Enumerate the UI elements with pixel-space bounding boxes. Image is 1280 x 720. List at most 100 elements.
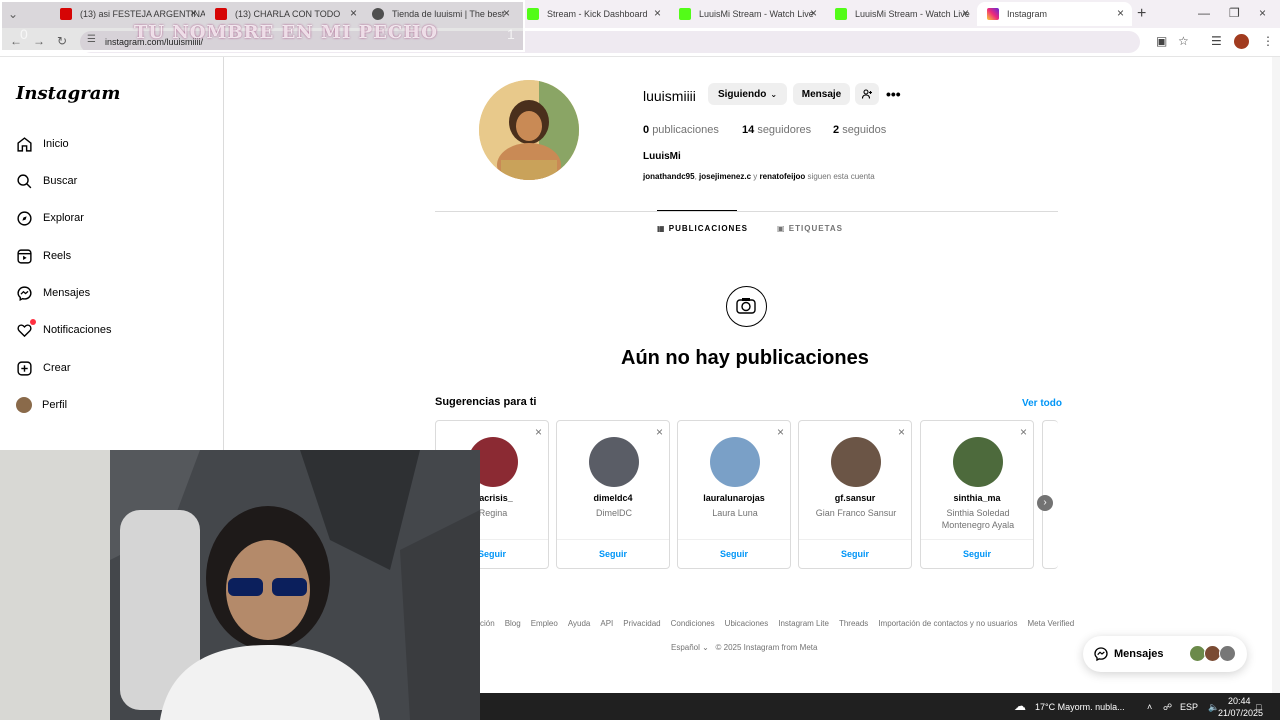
followers-stat[interactable]: 14 seguidores <box>742 124 811 136</box>
follow-button[interactable]: Seguir <box>921 549 1033 559</box>
avatar[interactable] <box>953 437 1003 487</box>
browser-tab-6[interactable]: LuuisMi Stream - Watch Live × <box>825 2 977 26</box>
notifications-icon[interactable]: □ <box>1256 702 1261 712</box>
browser-menu-icon[interactable]: ⋮ <box>1262 34 1274 48</box>
notification-dot <box>30 319 36 325</box>
restore-icon[interactable]: ❐ <box>1229 6 1240 20</box>
sidebar-item-reels[interactable]: Reels <box>16 244 71 268</box>
follow-button[interactable]: Seguir <box>557 549 669 559</box>
close-icon[interactable]: × <box>1117 6 1124 20</box>
browser-tab-5[interactable]: LuuisMi Stream - Watch Live × <box>669 2 825 26</box>
chevron-right-icon[interactable]: › <box>1037 495 1053 511</box>
avatar[interactable] <box>831 437 881 487</box>
kick-icon <box>835 8 847 20</box>
follow-button[interactable]: Seguir <box>799 549 911 559</box>
divider <box>678 539 790 540</box>
footer-bottom: Español ⌄ © 2025 Instagram from Meta <box>671 643 817 652</box>
following-stat[interactable]: 2 seguidos <box>833 124 886 136</box>
suggestion-card: × lauralunarojas Laura Luna Seguir <box>677 420 791 569</box>
browser-tab-7[interactable]: Instagram × <box>977 2 1132 26</box>
bookmark-star-icon[interactable]: ☆ <box>1178 34 1189 48</box>
message-button[interactable]: Mensaje <box>793 83 850 105</box>
browser-tab-4[interactable]: Stream - Kick Dashboard × <box>517 2 669 26</box>
tab-etiquetas[interactable]: ▣ ETIQUETAS <box>777 224 843 233</box>
sidebar-item-crear[interactable]: Crear <box>16 356 71 380</box>
divider <box>921 539 1033 540</box>
footer-link[interactable]: Blog <box>505 619 521 628</box>
sidebar-item-label: Notificaciones <box>43 324 112 336</box>
suggestions-title: Sugerencias para ti <box>435 396 537 408</box>
suggestion-username[interactable]: sinthia_ma <box>921 493 1033 503</box>
page-scrollbar[interactable] <box>1272 57 1280 693</box>
sidebar-item-perfil[interactable]: Perfil <box>16 393 67 417</box>
avatar <box>16 397 32 413</box>
footer-link[interactable]: Condiciones <box>671 619 715 628</box>
followers-count: 14 <box>742 124 755 136</box>
sidebar-item-notificaciones[interactable]: Notificaciones <box>16 318 111 342</box>
messages-pill[interactable]: Mensajes <box>1083 636 1247 672</box>
browser-profile-avatar[interactable] <box>1234 34 1249 49</box>
reels-icon <box>17 248 32 264</box>
sidebar-item-mensajes[interactable]: Mensajes <box>16 281 90 305</box>
sidebar-item-explorar[interactable]: Explorar <box>16 206 84 230</box>
footer-link[interactable]: ción <box>480 619 495 628</box>
add-user-icon <box>861 89 872 99</box>
minimize-icon[interactable]: — <box>1198 6 1210 20</box>
network-icon[interactable]: ☍ <box>1163 702 1172 713</box>
footer-link[interactable]: Empleo <box>531 619 558 628</box>
clock-time[interactable]: 20:44 <box>1228 696 1251 706</box>
followed-by-text[interactable]: jonathandc95, josejimenez.c y renatofeij… <box>643 172 875 181</box>
posts-label: publicaciones <box>652 124 719 136</box>
create-plus-icon <box>17 360 32 376</box>
following-count: 2 <box>833 124 840 136</box>
sidebar-item-inicio[interactable]: Inicio <box>16 132 69 156</box>
close-icon[interactable]: × <box>962 6 969 20</box>
language-indicator[interactable]: ESP <box>1180 702 1198 712</box>
footer-link[interactable]: Privacidad <box>623 619 660 628</box>
profile-avatar[interactable] <box>479 80 579 180</box>
avatar[interactable] <box>710 437 760 487</box>
language-selector[interactable]: Español <box>671 643 700 652</box>
suggestion-username[interactable]: gf.sansur <box>799 493 911 503</box>
see-all-link[interactable]: Ver todo <box>1022 398 1062 409</box>
tab-publicaciones[interactable]: ▦ PUBLICACIONES <box>657 224 748 233</box>
new-tab-icon[interactable]: + <box>1137 5 1146 23</box>
suggestion-name: Laura Luna <box>712 508 758 518</box>
avatar[interactable] <box>589 437 639 487</box>
posts-stat: 0 publicaciones <box>643 124 719 136</box>
install-app-icon[interactable]: ▣ <box>1156 34 1167 48</box>
media-controls-icon[interactable]: ☰ <box>1211 34 1222 48</box>
following-button-label: Siguiendo <box>717 88 767 100</box>
followed-by-suffix: siguen esta cuenta <box>807 172 875 181</box>
close-icon[interactable]: × <box>1020 425 1027 439</box>
footer-link[interactable]: Ayuda <box>568 619 591 628</box>
suggestion-username[interactable]: lauralunarojas <box>678 493 790 503</box>
close-icon[interactable]: × <box>810 6 817 20</box>
close-icon[interactable]: × <box>654 6 661 20</box>
follow-button[interactable]: Seguir <box>678 549 790 559</box>
sidebar-item-buscar[interactable]: Buscar <box>16 169 77 193</box>
footer-link[interactable]: Ubicaciones <box>725 619 769 628</box>
weather-text[interactable]: 17°C Mayorm. nubla... <box>1035 702 1125 712</box>
weather-icon: ☁ <box>1014 699 1026 713</box>
close-icon[interactable]: × <box>535 425 542 439</box>
close-icon[interactable]: × <box>898 425 905 439</box>
close-icon[interactable]: × <box>777 425 784 439</box>
kick-icon <box>527 8 539 20</box>
avatar <box>1219 645 1236 662</box>
chevron-up-icon[interactable]: ˄ <box>1147 702 1152 712</box>
suggest-user-button[interactable] <box>855 83 879 105</box>
footer-link[interactable]: Meta Verified <box>1028 619 1075 628</box>
close-icon[interactable]: × <box>656 425 663 439</box>
footer-link[interactable]: Threads <box>839 619 868 628</box>
footer-link[interactable]: API <box>600 619 613 628</box>
window-close-icon[interactable]: × <box>1259 6 1266 20</box>
active-tab-indicator <box>657 210 737 211</box>
footer-link[interactable]: Instagram Lite <box>778 619 829 628</box>
instagram-logo[interactable]: Instagram <box>16 83 120 104</box>
following-button[interactable]: Siguiendo ⌄ <box>708 83 787 105</box>
more-options-icon[interactable]: ••• <box>886 86 901 102</box>
suggestion-username[interactable]: dimeldc4 <box>557 493 669 503</box>
footer-link[interactable]: Importación de contactos y no usuarios <box>878 619 1017 628</box>
browser-tab-title: LuuisMi Stream - Watch Live <box>855 9 970 19</box>
